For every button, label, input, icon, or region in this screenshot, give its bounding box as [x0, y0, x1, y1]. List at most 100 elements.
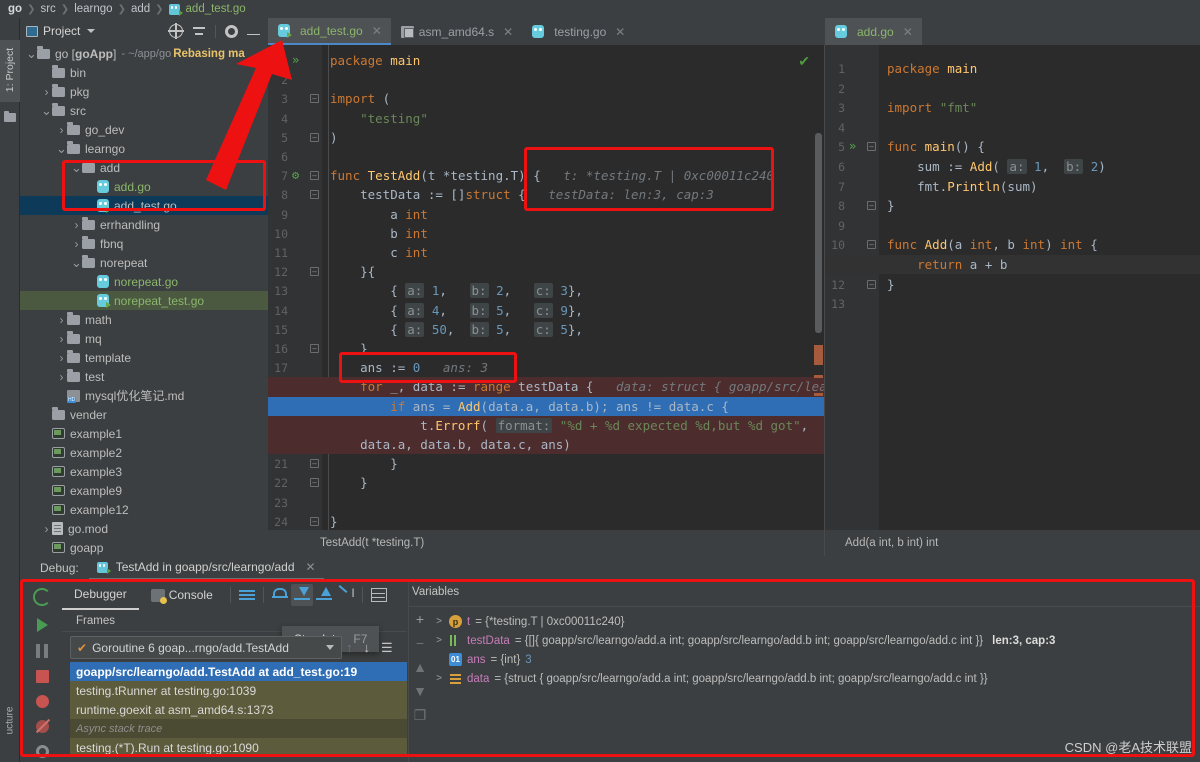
structure-tool-button[interactable]: ucture	[0, 688, 20, 754]
debug-run-config-tab[interactable]: TestAdd in goapp/src/learngo/add ✕	[88, 556, 324, 580]
tab-console[interactable]: Console	[139, 580, 225, 610]
editor-tab-testing-go[interactable]: testing.go ✕	[522, 18, 634, 45]
frames-menu-icon[interactable]: ☰	[381, 640, 393, 656]
tree-item-example12[interactable]: example12	[20, 500, 268, 519]
chevron-right-icon[interactable]: ›	[41, 522, 52, 536]
chevron-right-icon[interactable]: ›	[41, 85, 52, 99]
settings-icon[interactable]	[35, 745, 49, 758]
view-breakpoints-icon[interactable]	[35, 695, 49, 708]
fold-end-icon[interactable]: –	[310, 344, 319, 353]
tree-item-go-dev[interactable]: › go_dev	[20, 120, 268, 139]
breadcrumb-item-3[interactable]: add	[131, 3, 150, 15]
move-down-icon[interactable]: ▼	[413, 684, 427, 698]
chevron-right-icon[interactable]: ›	[71, 218, 82, 232]
variable-row[interactable]: > testData = {[]{ goapp/src/learngo/add.a…	[434, 631, 1200, 650]
step-over-icon[interactable]	[269, 584, 291, 606]
goroutine-selector[interactable]: ✔ Goroutine 6 goap...rngo/add.TestAdd	[70, 636, 342, 659]
chevron-right-icon[interactable]: >	[434, 673, 444, 684]
close-icon[interactable]: ✕	[306, 560, 316, 574]
frame-item[interactable]: runtime.goexit at asm_amd64.s:1373	[70, 700, 407, 719]
code-line[interactable]: }	[330, 454, 398, 473]
tree-item-mysql-----md[interactable]: mysql优化笔记.md	[20, 386, 268, 405]
step-into-icon[interactable]	[290, 584, 313, 606]
evaluate-expression-icon[interactable]	[368, 584, 390, 606]
run-gutter-icon[interactable]: »	[849, 139, 856, 153]
copy-icon[interactable]: ❐	[414, 708, 427, 722]
gutter-right[interactable]: 12345–»678–910–1112–13	[825, 45, 879, 530]
fold-end-icon[interactable]: –	[867, 279, 876, 289]
fold-end-icon[interactable]: –	[310, 478, 319, 488]
run-to-cursor-icon[interactable]	[335, 584, 357, 606]
chevron-down-icon[interactable]: ⌄	[56, 142, 67, 155]
tree-item-example2[interactable]: example2	[20, 443, 268, 462]
tree-item-bin[interactable]: bin	[20, 63, 268, 82]
code-line[interactable]: }	[887, 275, 895, 294]
fold-marker-icon[interactable]: –	[310, 190, 319, 200]
code-line[interactable]: sum := Add( a: 1, b: 2)	[887, 157, 1106, 176]
project-title-group[interactable]: Project	[26, 24, 96, 38]
chevron-right-icon[interactable]: ›	[56, 313, 67, 327]
tree-item-example1[interactable]: example1	[20, 424, 268, 443]
tree-item-norepeat-go[interactable]: norepeat.go	[20, 272, 268, 291]
code-line[interactable]: for _, data := range testData { data: st…	[330, 377, 824, 396]
code-line[interactable]: }{	[330, 262, 375, 281]
code-line[interactable]: { a: 1, b: 2, c: 3},	[330, 281, 583, 300]
rerun-icon[interactable]	[33, 588, 51, 606]
locate-icon[interactable]	[167, 22, 184, 39]
code-line[interactable]: b int	[330, 224, 428, 243]
code-line[interactable]: package main	[887, 59, 977, 78]
tree-item-learngo[interactable]: ⌄ learngo	[20, 139, 268, 158]
code-line[interactable]: func Add(a int, b int) int {	[887, 235, 1098, 254]
chevron-down-icon[interactable]: ⌄	[71, 161, 82, 174]
chevron-right-icon[interactable]: ›	[56, 351, 67, 365]
collapse-all-icon[interactable]	[192, 24, 206, 38]
code-line[interactable]: import "fmt"	[887, 98, 977, 117]
run-test-gutter-icon[interactable]: ⚙	[292, 168, 299, 182]
stop-icon[interactable]	[35, 670, 49, 683]
fold-marker-icon[interactable]: –	[310, 94, 319, 104]
chevron-right-icon[interactable]: ›	[56, 370, 67, 384]
code-line[interactable]: testData := []struct { testData: len:3, …	[330, 185, 714, 204]
fold-marker-icon[interactable]: –	[867, 142, 876, 152]
move-up-icon[interactable]: ▲	[413, 660, 427, 674]
tree-item-vender[interactable]: vender	[20, 405, 268, 424]
tree-item-template[interactable]: › template	[20, 348, 268, 367]
tree-item-add-test-go[interactable]: add_test.go	[20, 196, 268, 215]
tree-item-example9[interactable]: example9	[20, 481, 268, 500]
code-line[interactable]: }	[330, 473, 368, 492]
frame-item[interactable]: testing.tRunner at testing.go:1039	[70, 681, 407, 700]
tree-item-errhandling[interactable]: › errhandling	[20, 215, 268, 234]
project-tree[interactable]: ⌄ go [goApp] - ~/app/go Rebasing ma bin › pkg ⌄…	[20, 44, 268, 556]
tree-item-go--goapp-[interactable]: ⌄ go [goApp] - ~/app/go Rebasing ma	[20, 44, 268, 63]
code-line[interactable]: return a + b	[887, 255, 1007, 274]
tree-item-pkg[interactable]: › pkg	[20, 82, 268, 101]
editor-tabs[interactable]: add_test.go ✕ asm_amd64.s ✕ testing.go ✕ add.g…	[268, 18, 1200, 45]
code-line[interactable]: fmt.Println(sum)	[887, 177, 1037, 196]
mute-breakpoints-icon[interactable]	[35, 720, 49, 733]
close-icon[interactable]: ✕	[503, 25, 513, 39]
fold-end-icon[interactable]: –	[310, 516, 319, 526]
code-line[interactable]: { a: 4, b: 5, c: 9},	[330, 301, 583, 320]
tree-item-add[interactable]: ⌄ add	[20, 158, 268, 177]
tree-item-goapp[interactable]: goapp	[20, 538, 268, 556]
tree-item-math[interactable]: › math	[20, 310, 268, 329]
fold-end-icon[interactable]: –	[867, 201, 876, 211]
code-line[interactable]: ans := 0 ans: 3	[330, 358, 488, 377]
code-line[interactable]: c int	[330, 243, 428, 262]
pause-program-icon[interactable]	[36, 644, 48, 658]
move-up-icon[interactable]: ↑	[346, 640, 353, 655]
tree-item-norepeat-test-go[interactable]: norepeat_test.go	[20, 291, 268, 310]
tree-item-src[interactable]: ⌄ src	[20, 101, 268, 120]
tree-item-test[interactable]: › test	[20, 367, 268, 386]
inspection-ok-icon[interactable]: ✔	[798, 53, 810, 70]
editor-tab-add-test-go[interactable]: add_test.go ✕	[268, 18, 391, 45]
tree-item-add-go[interactable]: add.go	[20, 177, 268, 196]
chevron-right-icon[interactable]: ›	[56, 332, 67, 346]
tree-item-go-mod[interactable]: › go.mod	[20, 519, 268, 538]
resume-program-icon[interactable]	[36, 618, 48, 632]
code-area-right[interactable]: 12345–»678–910–1112–13 package mainimpor…	[825, 45, 1200, 530]
fold-marker-icon[interactable]: –	[310, 171, 319, 181]
fold-marker-icon[interactable]: –	[310, 267, 319, 277]
show-execution-point-icon[interactable]	[236, 584, 258, 606]
breadcrumb-item-2[interactable]: learngo	[74, 3, 112, 15]
